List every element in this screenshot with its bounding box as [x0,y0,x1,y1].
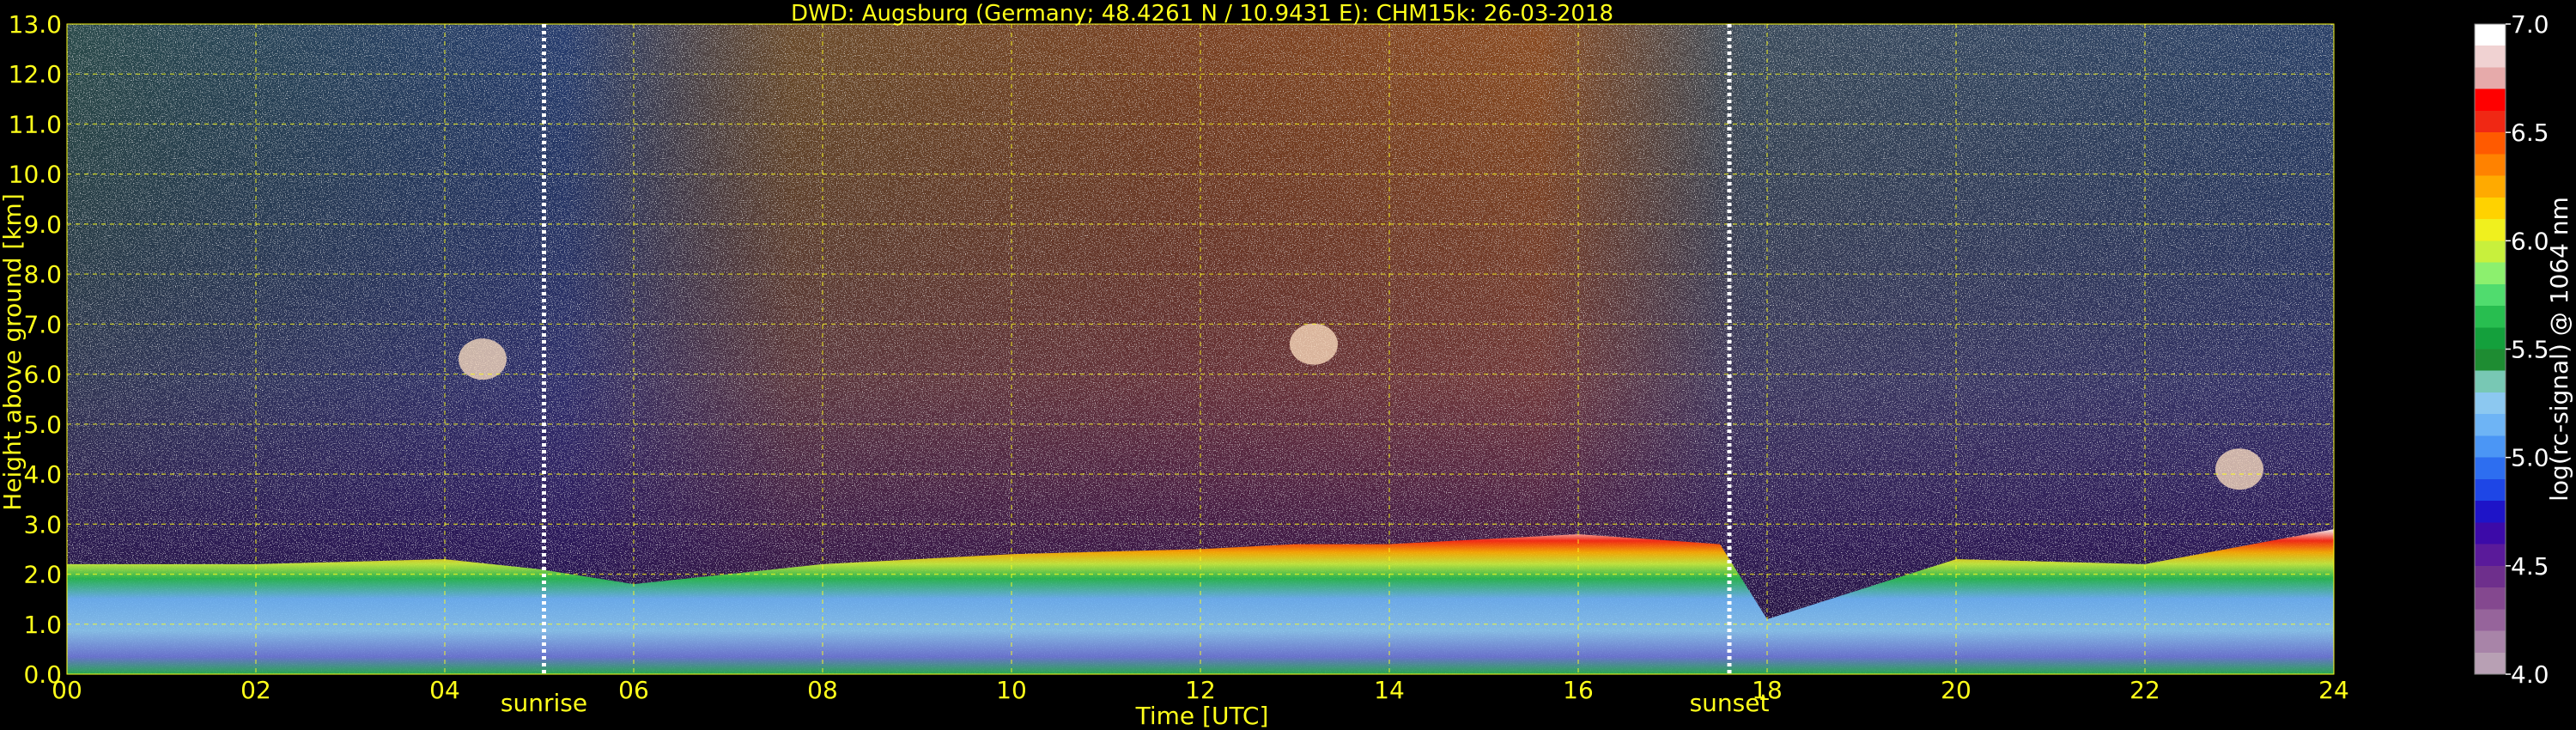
colorbar-tick-label: 6.0 [2511,227,2549,255]
y-tick-label: 2.0 [23,561,62,589]
y-axis-label: Height above ground [km] [0,193,27,511]
colorbar-tick-label: 5.0 [2511,444,2549,472]
y-tick-label: 13.0 [9,10,62,39]
y-tick-label: 8.0 [23,260,62,289]
x-axis-label: Time [UTC] [1135,702,1269,730]
sunrise-label: sunrise [501,689,587,717]
y-tick-label: 3.0 [23,510,62,538]
y-tick-label: 6.0 [23,361,62,389]
x-tick-label: 10 [996,676,1027,704]
x-tick-label: 24 [2318,676,2349,704]
x-tick-label: 22 [2129,676,2160,704]
y-tick-label: 9.0 [23,210,62,239]
x-tick-label: 06 [618,676,649,704]
y-tick-label: 4.0 [23,460,62,489]
y-tick-label: 11.0 [9,110,62,138]
colorbar-tick-label: 6.5 [2511,119,2549,147]
colorbar-tick-label: 4.0 [2511,660,2549,689]
y-tick-label: 5.0 [23,411,62,439]
ceilometer-chart: 0.01.02.03.04.05.06.07.08.09.010.011.012… [0,1,2573,730]
chart-title: DWD: Augsburg (Germany; 48.4261 N / 10.9… [791,1,1613,27]
y-tick-label: 10.0 [9,161,62,189]
y-tick-label: 12.0 [9,60,62,88]
x-tick-label: 20 [1941,676,1971,704]
colorbar-label: log(rc-signal) @ 1064 nm [2545,197,2573,502]
colorbar-tick-label: 7.0 [2511,10,2549,39]
colorbar: 4.0 4.5 5.0 5.5 6.0 6.5 7.0 log(rc-signal) @ 1… [2474,10,2573,689]
cloud-patch [1290,323,1338,365]
colorbar-tick-label: 4.5 [2511,552,2549,581]
heatmap-plot-area [67,24,2334,674]
colorbar-gradient [2474,23,2506,675]
x-tick-label: 02 [240,676,271,704]
sunset-label: sunset [1690,689,1770,717]
x-tick-label: 00 [52,676,82,704]
x-tick-label: 16 [1563,676,1594,704]
x-tick-label: 08 [807,676,838,704]
x-tick-label: 12 [1185,676,1216,704]
x-tick-label: 14 [1374,676,1405,704]
y-tick-label: 7.0 [23,310,62,338]
y-tick-label: 1.0 [23,611,62,639]
colorbar-tick-label: 5.5 [2511,336,2549,364]
x-tick-label: 04 [429,676,460,704]
cloud-patch [459,338,507,380]
cloud-patch [2215,448,2263,490]
